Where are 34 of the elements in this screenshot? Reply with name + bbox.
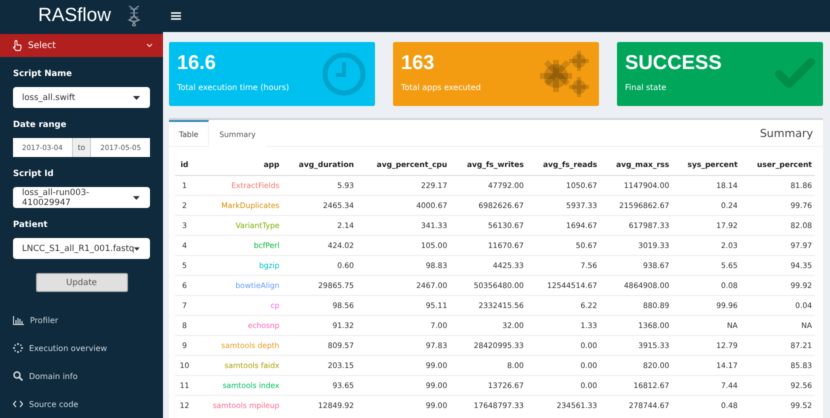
menu-icon[interactable] [171, 12, 181, 20]
field-label: Date range [13, 120, 68, 130]
select-menu-header[interactable]: Select [0, 34, 163, 58]
caret-icon [134, 246, 140, 251]
info-value: 16.6 [177, 52, 217, 75]
code-icon [13, 399, 23, 409]
gears-icon [539, 50, 591, 98]
dropdown[interactable]: loss_all.swift [13, 87, 150, 108]
dropdown[interactable]: LNCC_S1_all_R1_001.fastq [13, 238, 150, 260]
sidebar-item[interactable]: Execution overview [0, 334, 163, 362]
box-title: Summary [760, 126, 813, 140]
info-label: Final state [625, 83, 668, 92]
clock-icon [321, 51, 367, 97]
sidebar-item[interactable]: Source code [0, 390, 163, 418]
field-label: Script Name [13, 69, 73, 80]
sidebar-item[interactable]: Domain info [0, 362, 163, 390]
caret-icon [133, 196, 140, 200]
info-value: SUCCESS [625, 52, 722, 75]
info-label: Total apps executed [401, 83, 481, 92]
bar-chart-icon [13, 316, 24, 324]
update-button[interactable]: Update [36, 273, 128, 292]
pointer-hand-icon [12, 40, 22, 52]
spinner-icon [13, 343, 23, 353]
app-logo[interactable]: RASflow [38, 5, 111, 27]
search-icon [13, 371, 23, 381]
field-label: Script Id [13, 169, 55, 180]
sidebar-item[interactable]: Profiler [0, 306, 163, 334]
checkmark-icon [775, 58, 815, 90]
info-label: Total execution time (hours) [177, 83, 290, 92]
dropdown[interactable]: loss_all-run003-410029947 [13, 187, 150, 208]
chevron-down-icon [146, 43, 153, 48]
field-label: Patient [13, 220, 49, 230]
info-value: 163 [401, 52, 436, 75]
caret-icon [133, 96, 140, 100]
